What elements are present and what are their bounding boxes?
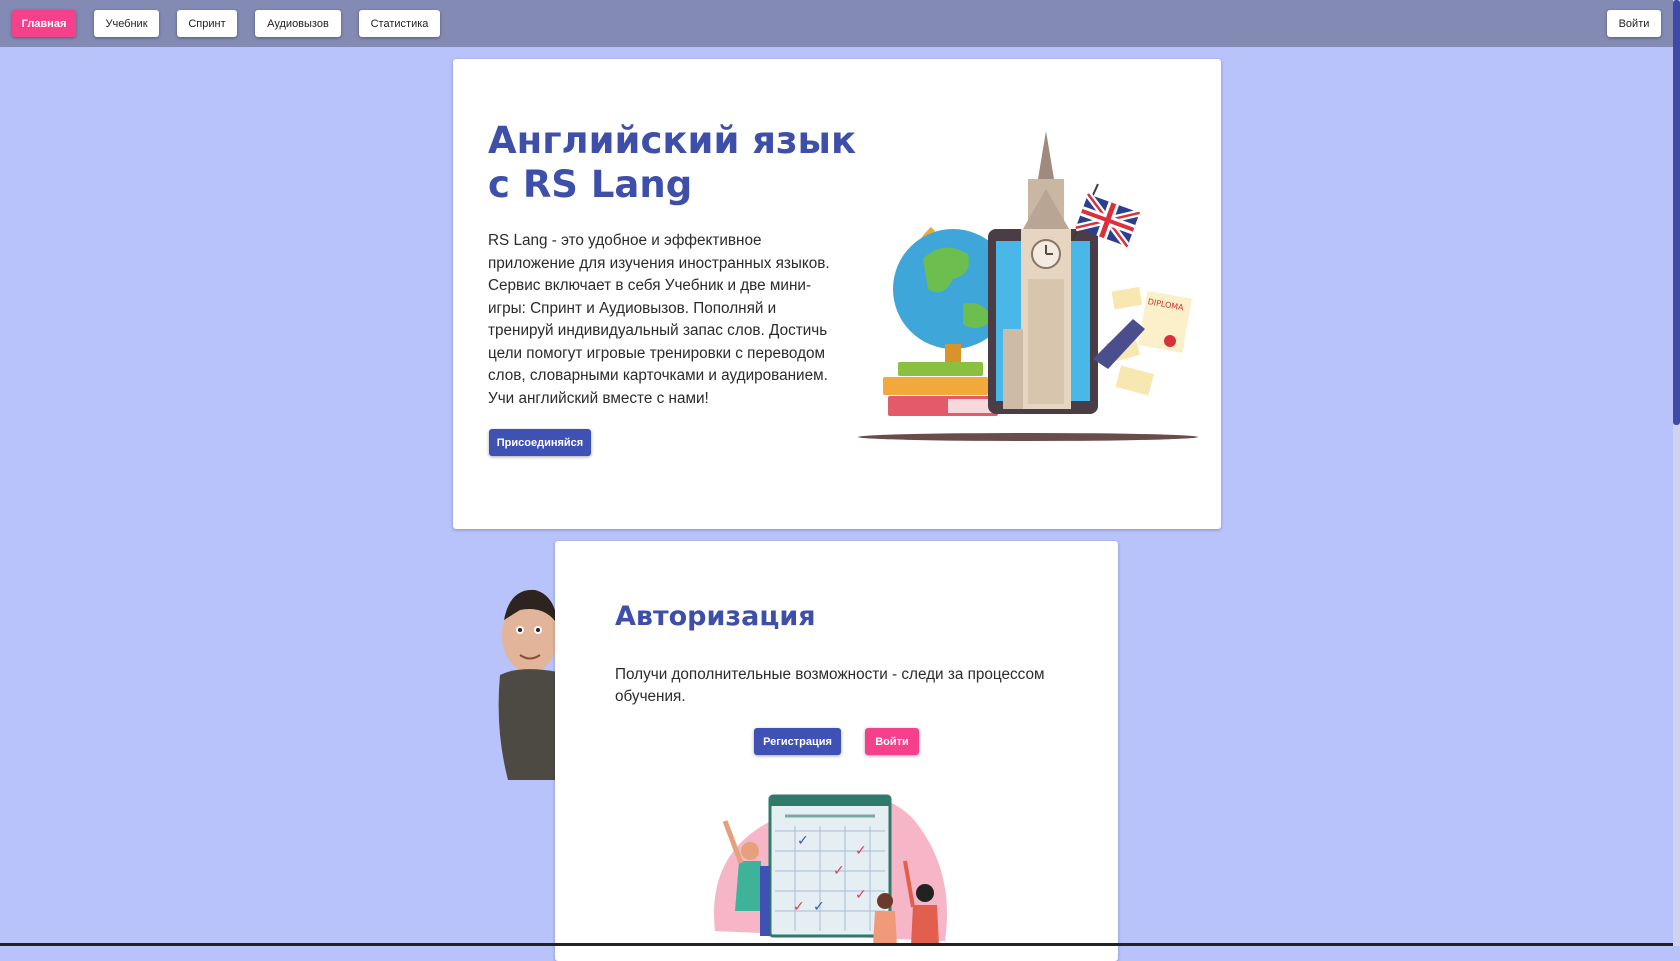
join-button[interactable]: Присоединяйся: [489, 429, 591, 456]
login-button[interactable]: Войти: [1607, 10, 1661, 37]
svg-text:✓: ✓: [855, 842, 867, 858]
svg-text:✓: ✓: [797, 832, 809, 848]
nav-sprint-button[interactable]: Спринт: [177, 10, 237, 37]
nav-audiocall-button[interactable]: Аудиовызов: [255, 10, 341, 37]
nav-textbook-button[interactable]: Учебник: [94, 10, 159, 37]
hero-card: Английский язык с RS Lang RS Lang - это …: [453, 59, 1221, 529]
big-ben-globe-illustration: DIPLOMA: [858, 131, 1198, 441]
auth-title: Авторизация: [615, 601, 816, 632]
hero-description: RS Lang - это удобное и эффективное прил…: [488, 232, 830, 407]
svg-text:✓: ✓: [855, 886, 867, 902]
top-navbar: Главная Учебник Спринт Аудиовызов Статис…: [0, 0, 1673, 47]
auth-card: Авторизация Получи дополнительные возмож…: [555, 541, 1118, 961]
checklist-people-illustration: ✓ ✓ ✓ ✓ ✓ ✓: [714, 794, 947, 946]
auth-login-button[interactable]: Войти: [865, 728, 919, 755]
nav-home-button[interactable]: Главная: [12, 10, 76, 37]
nav-statistics-button[interactable]: Статистика: [359, 10, 440, 37]
scrollbar-thumb[interactable]: [1673, 0, 1680, 425]
svg-text:✓: ✓: [793, 898, 805, 914]
peeking-man-image: [498, 589, 558, 780]
hero-title: Английский язык с RS Lang: [488, 119, 857, 206]
svg-text:✓: ✓: [813, 898, 825, 914]
svg-text:✓: ✓: [833, 862, 845, 878]
scrollbar[interactable]: [1673, 0, 1680, 946]
register-button[interactable]: Регистрация: [754, 728, 841, 755]
auth-description: Получи дополнительные возможности - след…: [615, 666, 1045, 705]
